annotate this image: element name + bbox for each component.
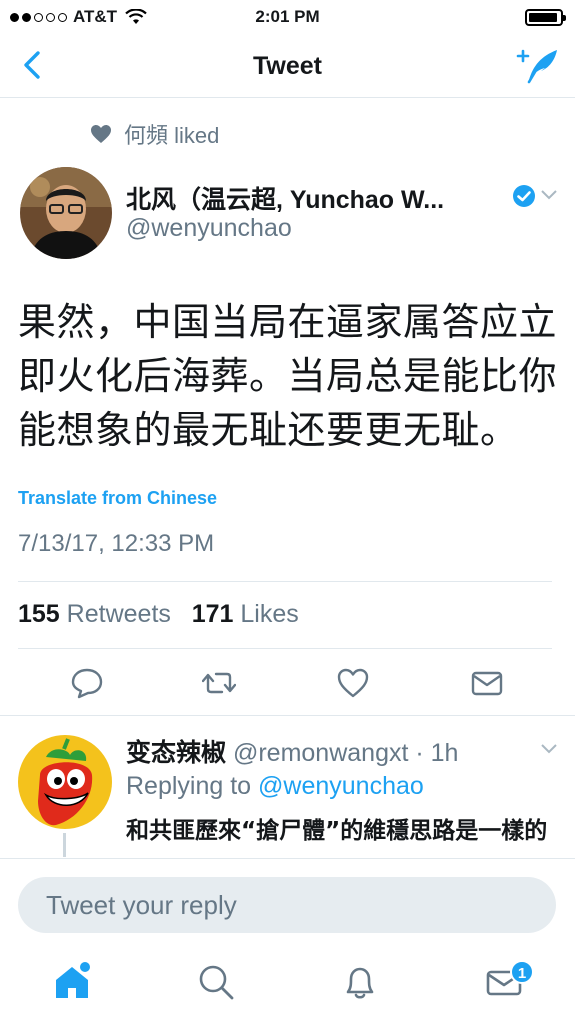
divider — [18, 581, 552, 582]
reply-author-handle[interactable]: @remonwangxt — [233, 739, 408, 767]
battery-icon — [525, 9, 566, 26]
reply-input[interactable] — [18, 877, 556, 933]
retweets-count: 155 — [18, 600, 60, 628]
likes-label: Likes — [240, 600, 299, 628]
status-bar: AT&T 2:01 PM — [0, 0, 575, 34]
reply-text: 和共匪歷來“搶尸體”的維穩思路是一樣的 — [126, 818, 548, 844]
home-unread-dot — [80, 962, 90, 972]
reply-time: · 1h — [415, 739, 459, 767]
replying-to: Replying to @wenyunchao — [126, 772, 424, 801]
thread-line — [63, 833, 66, 857]
replying-to-mention[interactable]: @wenyunchao — [258, 772, 424, 800]
likes-count: 171 — [191, 600, 234, 628]
tab-bar — [0, 948, 575, 1024]
nav-bar: Tweet — [0, 34, 575, 98]
direct-message-icon[interactable] — [470, 667, 504, 699]
chevron-down-icon[interactable] — [540, 742, 558, 756]
likes-stat[interactable]: 171 Likes — [192, 600, 299, 628]
chevron-down-icon[interactable] — [540, 188, 558, 202]
retweets-label: Retweets — [66, 600, 171, 628]
tweet-text: 果然，中国当局在逼家属答应立即火化后海葬。当局总是能比你能想象的最无耻还要更无耻… — [18, 300, 558, 452]
replying-to-label: Replying to — [126, 772, 252, 800]
reply-author-name[interactable]: 变态辣椒 — [126, 739, 226, 767]
status-time: 2:01 PM — [255, 7, 320, 26]
reply-composer — [0, 858, 575, 948]
heart-icon — [91, 125, 111, 143]
compose-tweet-icon[interactable] — [515, 44, 561, 86]
author-avatar[interactable] — [20, 167, 112, 259]
liked-by-name[interactable]: 何頻 — [124, 123, 168, 148]
search-icon[interactable] — [196, 962, 236, 1002]
reply-icon[interactable] — [70, 667, 104, 699]
reply-author-avatar[interactable] — [18, 735, 112, 829]
tweet-stats: 155 Retweets 171 Likes — [18, 600, 299, 629]
like-heart-icon[interactable] — [336, 667, 370, 699]
messages-badge: 1 — [510, 960, 534, 984]
divider — [18, 648, 552, 649]
reply-header: 变态辣椒 @remonwangxt · 1h — [126, 733, 458, 769]
tweet-timestamp: 7/13/17, 12:33 PM — [18, 530, 215, 557]
verified-badge-icon — [513, 185, 535, 207]
divider — [0, 715, 575, 716]
notifications-bell-icon[interactable] — [340, 962, 380, 1002]
author-name[interactable]: 北风（温云超, Yunchao W... — [126, 180, 444, 216]
translate-link[interactable]: Translate from Chinese — [18, 488, 217, 509]
page-title: Tweet — [253, 52, 322, 80]
author-handle[interactable]: @wenyunchao — [126, 214, 292, 243]
retweet-icon[interactable] — [202, 667, 236, 699]
retweets-stat[interactable]: 155 Retweets — [18, 600, 171, 628]
liked-context: 何頻 liked — [90, 118, 219, 150]
liked-label: liked — [174, 123, 220, 148]
